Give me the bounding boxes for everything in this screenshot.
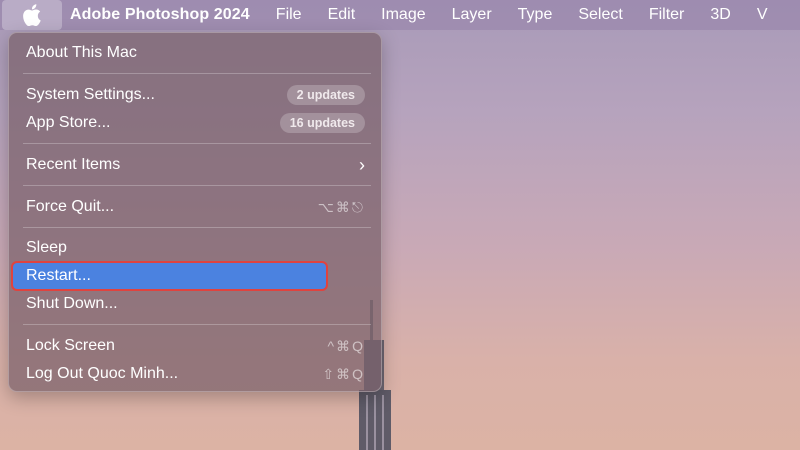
separator	[23, 73, 371, 74]
menu-item-about-this-mac[interactable]: About This Mac	[13, 40, 377, 66]
menu-select[interactable]: Select	[578, 6, 622, 24]
menu-item-label: App Store...	[26, 114, 111, 131]
menu-item-recent-items[interactable]: Recent Items ›	[13, 152, 377, 178]
menu-item-sleep[interactable]: Sleep	[13, 235, 377, 261]
menu-item-restart[interactable]: Restart...	[11, 261, 328, 291]
menu-view-truncated[interactable]: V	[757, 6, 768, 24]
menu-item-label: About This Mac	[26, 44, 137, 61]
menu-item-label: Restart...	[26, 267, 91, 284]
apple-menu-dropdown: About This Mac System Settings... 2 upda…	[8, 32, 382, 392]
separator	[23, 227, 371, 228]
menu-item-label: Lock Screen	[26, 337, 115, 354]
menu-edit[interactable]: Edit	[328, 6, 356, 24]
menu-item-shut-down[interactable]: Shut Down...	[13, 291, 377, 317]
menu-layer[interactable]: Layer	[452, 6, 492, 24]
keyboard-shortcut: ^⌘Q	[327, 337, 365, 354]
menu-item-system-settings[interactable]: System Settings... 2 updates	[13, 82, 377, 108]
menu-3d[interactable]: 3D	[710, 6, 730, 24]
apple-menu-button[interactable]	[2, 0, 62, 30]
menu-item-label: Force Quit...	[26, 198, 115, 215]
menu-item-log-out[interactable]: Log Out Quoc Minh... ⇧⌘Q	[13, 361, 377, 387]
menu-file[interactable]: File	[276, 6, 302, 24]
menu-item-label: Log Out Quoc Minh...	[26, 365, 179, 382]
menu-item-label: Shut Down...	[26, 295, 118, 312]
menu-image[interactable]: Image	[381, 6, 425, 24]
menu-item-label: Sleep	[26, 239, 67, 256]
separator	[23, 143, 371, 144]
menu-item-label: Recent Items	[26, 156, 121, 173]
separator	[23, 324, 371, 325]
menu-type[interactable]: Type	[518, 6, 553, 24]
apple-logo-icon	[23, 4, 41, 26]
menu-item-app-store[interactable]: App Store... 16 updates	[13, 110, 377, 136]
menu-filter[interactable]: Filter	[649, 6, 685, 24]
separator	[23, 185, 371, 186]
menu-bar: Adobe Photoshop 2024 File Edit Image Lay…	[0, 0, 800, 30]
menu-item-label: System Settings...	[26, 86, 155, 103]
chevron-right-icon: ›	[359, 154, 365, 175]
keyboard-shortcut: ⇧⌘Q	[322, 365, 365, 382]
menu-item-lock-screen[interactable]: Lock Screen ^⌘Q	[13, 333, 377, 359]
updates-badge: 2 updates	[286, 85, 365, 105]
keyboard-shortcut: ⌥⌘⎋	[317, 198, 365, 215]
menu-item-force-quit[interactable]: Force Quit... ⌥⌘⎋	[13, 194, 377, 220]
app-name-menu[interactable]: Adobe Photoshop 2024	[70, 6, 250, 24]
updates-badge: 16 updates	[279, 113, 365, 133]
